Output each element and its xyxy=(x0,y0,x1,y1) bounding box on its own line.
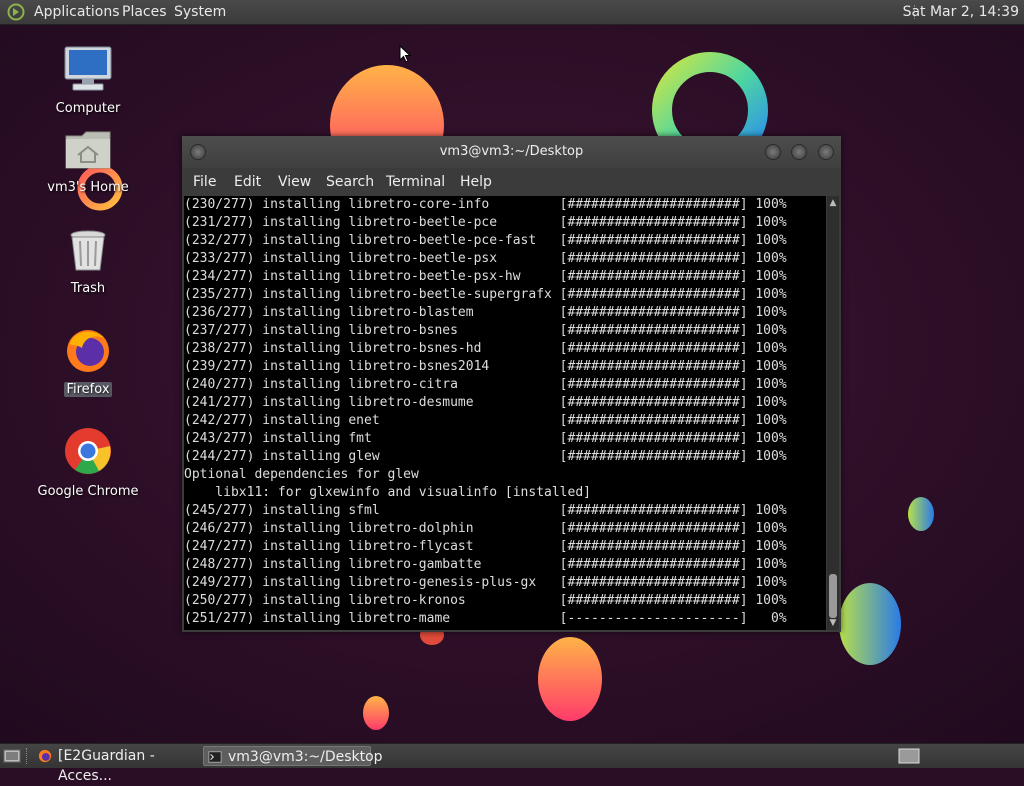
desktop-icon-label: Firefox xyxy=(64,382,112,397)
terminal-line: (238/277) installing libretro-bsnes-hd [… xyxy=(184,341,787,356)
terminal-line: (251/277) installing libretro-mame [----… xyxy=(184,611,787,626)
terminal-line: (236/277) installing libretro-blastem [#… xyxy=(184,305,787,320)
menu-terminal[interactable]: Terminal xyxy=(386,174,445,190)
terminal-line: (248/277) installing libretro-gambatte [… xyxy=(184,557,787,572)
home-folder-icon xyxy=(65,131,111,169)
mouse-cursor-icon xyxy=(399,45,411,63)
window-title: vm3@vm3:~/Desktop xyxy=(439,144,584,159)
close-icon[interactable] xyxy=(818,144,834,160)
scrollbar-thumb[interactable] xyxy=(829,574,837,618)
terminal-line: (237/277) installing libretro-bsnes [###… xyxy=(184,323,787,338)
menu-search[interactable]: Search xyxy=(326,174,374,190)
desktop-icon-trash[interactable]: Trash xyxy=(28,229,148,296)
terminal-line: (249/277) installing libretro-genesis-pl… xyxy=(184,575,787,590)
terminal-line: (246/277) installing libretro-dolphin [#… xyxy=(184,521,787,536)
scroll-down-icon[interactable]: ▼ xyxy=(828,618,838,628)
task-label: vm3@vm3:~/Desktop xyxy=(228,749,383,765)
desktop-icon-label: Trash xyxy=(70,281,106,296)
desktop-icon-home[interactable]: vm3's Home xyxy=(28,128,148,195)
terminal-line: (245/277) installing sfml [#############… xyxy=(184,503,787,518)
menu-view[interactable]: View xyxy=(278,174,311,190)
terminal-line: (243/277) installing fmt [##############… xyxy=(184,431,787,446)
window-titlebar[interactable]: vm3@vm3:~/Desktop xyxy=(182,136,841,168)
firefox-icon xyxy=(38,749,52,763)
menu-help[interactable]: Help xyxy=(460,174,492,190)
scroll-up-icon[interactable]: ▲ xyxy=(828,198,838,208)
terminal-line: Optional dependencies for glew xyxy=(184,467,419,482)
terminal-line: (241/277) installing libretro-desmume [#… xyxy=(184,395,787,410)
terminal-line: (230/277) installing libretro-core-info … xyxy=(184,197,787,212)
terminal-line: (235/277) installing libretro-beetle-sup… xyxy=(184,287,787,302)
task-label: [E2Guardian - Acces... xyxy=(58,748,155,784)
window-menu-icon[interactable] xyxy=(190,144,206,160)
terminal-line: (247/277) installing libretro-flycast [#… xyxy=(184,539,787,554)
terminal-line: (239/277) installing libretro-bsnes2014 … xyxy=(184,359,787,374)
bottom-taskbar: [E2Guardian - Acces... vm3@vm3:~/Desktop xyxy=(0,743,1024,784)
taskbar-separator xyxy=(26,748,27,764)
clock[interactable]: Sat Mar 2, 14:39 xyxy=(903,4,1019,20)
terminal-line: (232/277) installing libretro-beetle-pce… xyxy=(184,233,787,248)
places-menu[interactable]: Places xyxy=(122,4,167,20)
terminal-scrollbar[interactable]: ▲ ▼ xyxy=(827,196,839,630)
desktop-icon-label: vm3's Home xyxy=(47,180,129,195)
terminal-line: (231/277) installing libretro-beetle-pce… xyxy=(184,215,787,230)
terminal-output[interactable]: (230/277) installing libretro-core-info … xyxy=(184,196,826,630)
terminal-line: (240/277) installing libretro-citra [###… xyxy=(184,377,787,392)
terminal-window[interactable]: vm3@vm3:~/Desktop File Edit View Search … xyxy=(182,136,841,632)
terminal-line: (234/277) installing libretro-beetle-psx… xyxy=(184,269,787,284)
menu-edit[interactable]: Edit xyxy=(234,174,261,190)
maximize-icon[interactable] xyxy=(791,144,807,160)
chrome-icon xyxy=(65,428,111,474)
taskbar-task-terminal[interactable]: vm3@vm3:~/Desktop xyxy=(203,746,383,766)
terminal-line: libx11: for glxewinfo and visualinfo [in… xyxy=(184,485,591,500)
applications-menu[interactable]: Applications xyxy=(34,4,120,20)
terminal-icon xyxy=(208,751,222,763)
minimize-icon[interactable] xyxy=(765,144,781,160)
menu-file[interactable]: File xyxy=(193,174,216,190)
distro-logo-icon[interactable] xyxy=(6,3,26,21)
terminal-line: (250/277) installing libretro-kronos [##… xyxy=(184,593,787,608)
show-desktop-icon[interactable] xyxy=(3,748,21,764)
trash-icon xyxy=(70,230,106,271)
desktop-icon-chrome[interactable]: Google Chrome xyxy=(28,426,148,499)
desktop-icon-firefox[interactable]: Firefox xyxy=(28,326,148,397)
workspace-switcher-icon[interactable] xyxy=(898,748,920,764)
computer-icon xyxy=(64,46,112,91)
taskbar-task-firefox[interactable]: [E2Guardian - Acces... xyxy=(34,746,200,784)
firefox-icon xyxy=(67,330,109,372)
terminal-menubar: File Edit View Search Terminal Help xyxy=(182,169,841,195)
system-menu[interactable]: System xyxy=(174,4,226,20)
desktop-icon-label: Google Chrome xyxy=(37,484,139,499)
terminal-line: (242/277) installing enet [#############… xyxy=(184,413,787,428)
desktop-icon-label: Computer xyxy=(55,101,121,116)
top-panel: Applications Places System Sat Mar 2, 14… xyxy=(0,0,1024,25)
terminal-line: (244/277) installing glew [#############… xyxy=(184,449,787,464)
terminal-line: (233/277) installing libretro-beetle-psx… xyxy=(184,251,787,266)
desktop-icon-computer[interactable]: Computer xyxy=(28,45,148,116)
